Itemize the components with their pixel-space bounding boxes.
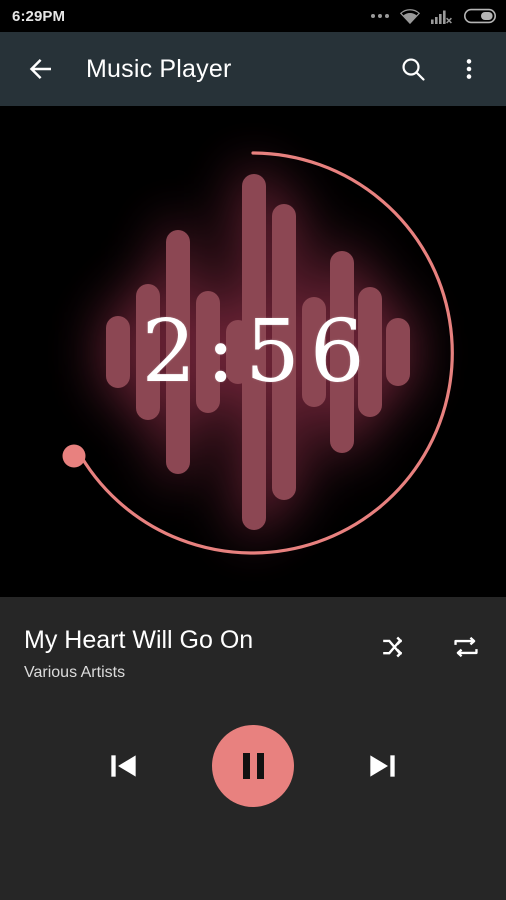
wifi-icon: [400, 8, 420, 24]
skip-next-icon: [370, 755, 395, 777]
app-bar: Music Player: [0, 32, 506, 106]
more-dots-icon: [371, 14, 389, 18]
transport-controls: [0, 716, 506, 816]
skip-previous-icon: [111, 755, 136, 777]
track-meta: My Heart Will Go On Various Artists: [24, 625, 378, 684]
elapsed-time: 2:56: [141, 302, 375, 402]
status-icons: [371, 8, 496, 24]
next-button[interactable]: [350, 734, 414, 798]
playback-mode-buttons: [378, 631, 486, 663]
play-pause-button[interactable]: [212, 725, 294, 807]
search-button[interactable]: [396, 52, 430, 86]
pause-icon: [242, 753, 264, 779]
search-icon: [402, 58, 425, 81]
more-vert-icon: [466, 59, 472, 79]
cellular-signal-off-icon: [431, 10, 452, 24]
page-title: Music Player: [86, 54, 232, 83]
repeat-button[interactable]: [450, 631, 482, 663]
seek-handle[interactable]: [62, 444, 86, 468]
track-title: My Heart Will Go On: [24, 626, 254, 654]
shuffle-button[interactable]: [378, 631, 410, 663]
status-clock: 6:29PM: [12, 7, 66, 25]
overflow-menu-button[interactable]: [452, 52, 486, 86]
battery-icon: [464, 8, 496, 24]
arrow-back-icon[interactable]: [26, 54, 56, 84]
track-info-row: My Heart Will Go On Various Artists: [24, 625, 486, 684]
now-playing-panel: My Heart Will Go On Various Artists: [0, 597, 506, 900]
previous-button[interactable]: [92, 734, 156, 798]
music-player-screen: 6:29PM Music Player 2:56 My Heart Will G…: [0, 0, 506, 900]
repeat-icon: [454, 636, 478, 658]
track-artist: Various Artists: [24, 664, 126, 681]
status-bar: 6:29PM: [0, 0, 506, 32]
shuffle-icon: [383, 636, 402, 658]
visualizer-area[interactable]: 2:56: [0, 106, 506, 597]
